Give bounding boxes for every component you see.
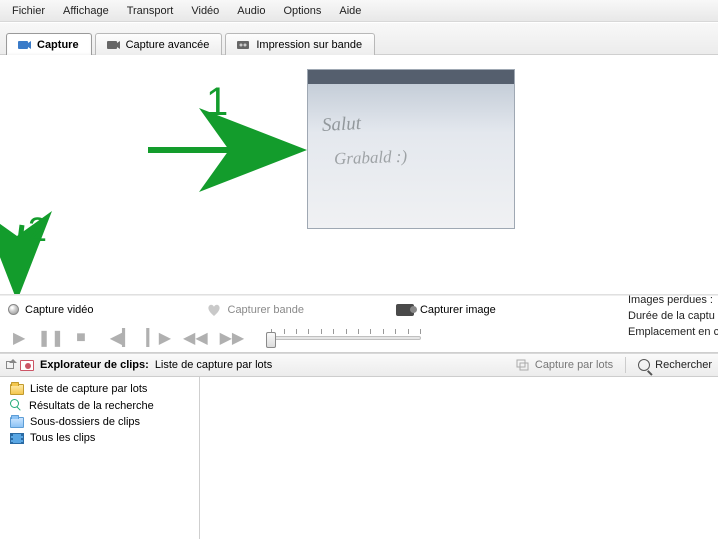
batch-capture-button[interactable]: Capture par lots xyxy=(516,359,613,371)
shuttle-thumb[interactable] xyxy=(266,332,276,348)
ffwd-button[interactable]: ▶▶ xyxy=(217,328,248,348)
capture-band-label: Capturer bande xyxy=(228,304,304,316)
transport-controls: ▶ ❚❚ ■ ◀▎ ▎▶ ◀◀ ▶▶ xyxy=(0,323,718,353)
capture-band-toggle[interactable]: Capturer bande xyxy=(206,303,304,317)
clip-explorer: Liste de capture par lots Résultats de l… xyxy=(0,377,718,539)
menu-file[interactable]: Fichier xyxy=(4,3,53,19)
status-capture-duration: Durée de la captu xyxy=(628,308,718,324)
menu-options[interactable]: Options xyxy=(275,3,329,19)
batch-icon xyxy=(516,359,530,371)
clip-list-content xyxy=(200,377,718,539)
tree-label: Résultats de la recherche xyxy=(29,400,154,412)
tape-icon xyxy=(236,39,250,51)
folder-blue-icon xyxy=(10,417,24,428)
clip-tree: Liste de capture par lots Résultats de l… xyxy=(0,377,200,539)
tree-all-clips[interactable]: Tous les clips xyxy=(6,430,193,446)
tab-print-to-tape[interactable]: Impression sur bande xyxy=(225,33,375,55)
collapse-icon[interactable] xyxy=(6,361,14,369)
tree-label: Sous-dossiers de clips xyxy=(30,416,140,428)
camera-gear-icon xyxy=(106,39,120,51)
menu-help[interactable]: Aide xyxy=(331,3,369,19)
camera-icon xyxy=(17,39,31,51)
clip-explorer-subtitle: Liste de capture par lots xyxy=(155,359,272,371)
capture-image-label: Capturer image xyxy=(420,304,496,316)
capture-status: Images perdues : Durée de la captu Empla… xyxy=(628,292,718,350)
tree-label: Liste de capture par lots xyxy=(30,383,147,395)
batch-capture-label: Capture par lots xyxy=(535,359,613,371)
play-button[interactable]: ▶ xyxy=(10,328,28,348)
tab-capture[interactable]: Capture xyxy=(6,33,92,55)
clip-explorer-title: Explorateur de clips: xyxy=(40,359,149,371)
camera-still-icon xyxy=(396,304,414,316)
menu-transport[interactable]: Transport xyxy=(119,3,182,19)
menu-audio[interactable]: Audio xyxy=(229,3,273,19)
menu-view[interactable]: Affichage xyxy=(55,3,117,19)
menu-video[interactable]: Vidéo xyxy=(183,3,227,19)
capture-toggle-row: Capture vidéo Capturer bande Capturer im… xyxy=(0,295,718,323)
status-disk-location: Emplacement en c xyxy=(628,324,718,340)
record-led-icon xyxy=(8,304,19,315)
tab-label: Impression sur bande xyxy=(256,39,362,51)
tree-subfolders[interactable]: Sous-dossiers de clips xyxy=(6,414,193,430)
capture-image-toggle[interactable]: Capturer image xyxy=(396,304,496,316)
step-fwd-button[interactable]: ▎▶ xyxy=(143,328,174,348)
svg-text:1: 1 xyxy=(206,80,228,124)
clip-explorer-bar: Explorateur de clips: Liste de capture p… xyxy=(0,353,718,377)
search-folder-icon xyxy=(10,399,23,412)
svg-text:2: 2 xyxy=(28,211,47,249)
pause-button[interactable]: ❚❚ xyxy=(34,328,67,348)
preview-text-2: Grabald :) xyxy=(334,147,408,170)
status-dropped-frames: Images perdues : xyxy=(628,292,718,308)
capture-video-toggle[interactable]: Capture vidéo xyxy=(8,304,94,316)
shuttle-slider[interactable] xyxy=(271,329,421,347)
stop-button[interactable]: ■ xyxy=(73,329,89,347)
tab-label: Capture xyxy=(37,39,79,51)
menu-bar: Fichier Affichage Transport Vidéo Audio … xyxy=(0,0,718,22)
tree-label: Tous les clips xyxy=(30,432,95,444)
preview-area: Salut Grabald :) 1 2 xyxy=(0,55,718,295)
tab-label: Capture avancée xyxy=(126,39,210,51)
tab-strip: Capture Capture avancée Impression sur b… xyxy=(0,23,718,55)
film-icon xyxy=(10,433,24,444)
capture-video-label: Capture vidéo xyxy=(25,304,94,316)
step-back-button[interactable]: ◀▎ xyxy=(107,328,138,348)
preview-text-1: Salut xyxy=(321,113,361,137)
rewind-button[interactable]: ◀◀ xyxy=(180,328,211,348)
folder-icon xyxy=(10,384,24,395)
tab-capture-advanced[interactable]: Capture avancée xyxy=(95,33,223,55)
tree-batch-list[interactable]: Liste de capture par lots xyxy=(6,381,193,397)
search-label: Rechercher xyxy=(655,359,712,371)
tree-search-results[interactable]: Résultats de la recherche xyxy=(6,397,193,414)
heart-tape-icon xyxy=(206,303,222,317)
search-button[interactable]: Rechercher xyxy=(638,359,712,371)
video-preview: Salut Grabald :) xyxy=(307,69,515,229)
clip-camera-icon xyxy=(20,360,34,371)
search-icon xyxy=(638,359,650,371)
